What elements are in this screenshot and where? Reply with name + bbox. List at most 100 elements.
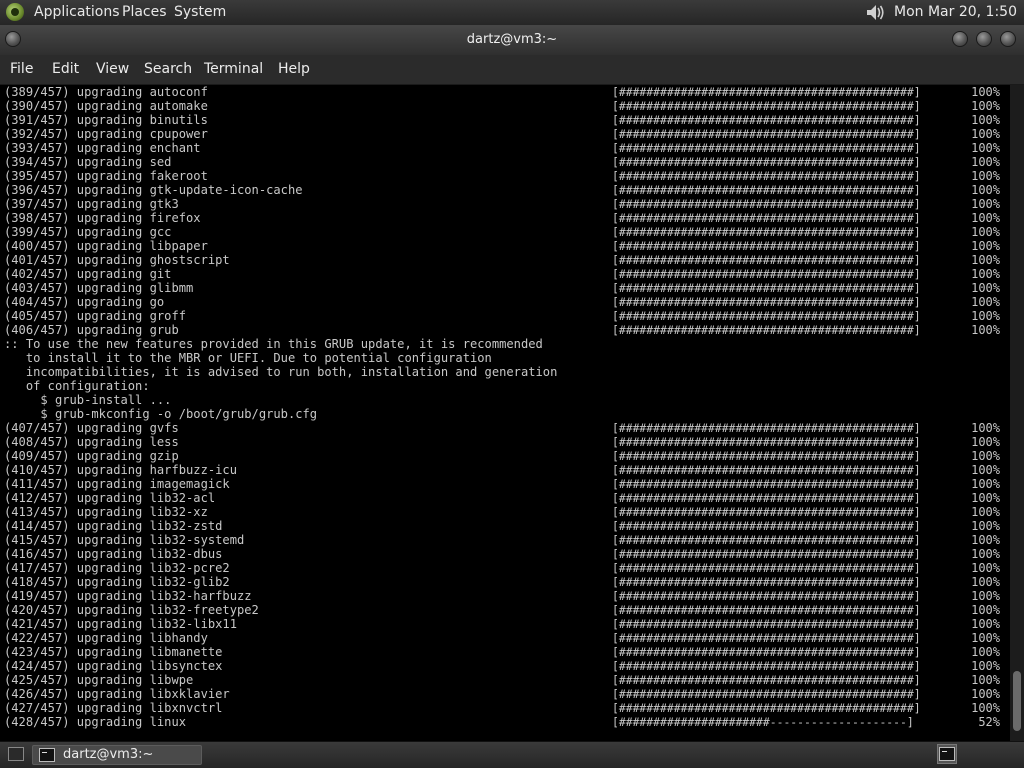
progress-percent: 100%	[971, 701, 1000, 715]
terminal-line: (416/457) upgrading lib32-dbus	[4, 547, 223, 561]
progress-percent: 100%	[971, 155, 1000, 169]
terminal-line: (394/457) upgrading sed	[4, 155, 172, 169]
menu-file[interactable]: File	[10, 55, 33, 84]
terminal-line: (417/457) upgrading lib32-pcre2	[4, 561, 230, 575]
progress-bar-text: [#######################################…	[612, 575, 921, 589]
progress-percent: 100%	[971, 547, 1000, 561]
menu-help[interactable]: Help	[278, 55, 310, 84]
taskbar-button-terminal[interactable]: dartz@vm3:~	[32, 745, 202, 765]
progress-percent: 100%	[971, 491, 1000, 505]
progress-bar-text: [#######################################…	[612, 309, 921, 323]
system-menu[interactable]: System	[174, 0, 226, 25]
progress-bar-text: [######################-----------------…	[612, 715, 914, 729]
progress-bar-text: [#######################################…	[612, 323, 921, 337]
terminal-output[interactable]: (389/457) upgrading autoconf [###########…	[0, 85, 1010, 741]
progress-percent: 100%	[971, 617, 1000, 631]
progress-percent: 100%	[971, 253, 1000, 267]
progress-percent: 100%	[971, 127, 1000, 141]
progress-percent: 100%	[971, 631, 1000, 645]
window-title: dartz@vm3:~	[466, 32, 558, 47]
progress-bar-text: [#######################################…	[612, 547, 921, 561]
distro-logo-icon[interactable]	[6, 3, 24, 21]
progress-bar-text: [#######################################…	[612, 449, 921, 463]
menu-terminal[interactable]: Terminal	[204, 55, 263, 84]
progress-percent: 100%	[971, 295, 1000, 309]
progress-bar-text: [#######################################…	[612, 701, 921, 715]
progress-bar-text: [#######################################…	[612, 127, 921, 141]
progress-bar-text: [#######################################…	[612, 659, 921, 673]
terminal-line: (406/457) upgrading grub	[4, 323, 179, 337]
menu-view[interactable]: View	[96, 55, 129, 84]
progress-percent: 100%	[971, 659, 1000, 673]
terminal-line: (409/457) upgrading gzip	[4, 449, 179, 463]
terminal-line: (400/457) upgrading libpaper	[4, 239, 208, 253]
progress-bar-text: [#######################################…	[612, 183, 921, 197]
progress-bar-text: [#######################################…	[612, 687, 921, 701]
terminal-scrollbar[interactable]	[1010, 85, 1024, 741]
maximize-button[interactable]	[976, 31, 992, 47]
minimize-button[interactable]	[952, 31, 968, 47]
progress-bar-text: [#######################################…	[612, 491, 921, 505]
progress-bar-text: [#######################################…	[612, 421, 921, 435]
terminal-notice-line: $ grub-mkconfig -o /boot/grub/grub.cfg	[4, 407, 318, 421]
terminal-line: (411/457) upgrading imagemagick	[4, 477, 230, 491]
clock[interactable]: Mon Mar 20, 1:50 PM	[894, 0, 1024, 45]
workspace-switcher[interactable]	[937, 744, 957, 764]
terminal-line: (425/457) upgrading libwpe	[4, 673, 194, 687]
terminal-line: (393/457) upgrading enchant	[4, 141, 201, 155]
terminal-line: (391/457) upgrading binutils	[4, 113, 208, 127]
terminal-line: (412/457) upgrading lib32-acl	[4, 491, 216, 505]
menu-edit[interactable]: Edit	[52, 55, 79, 84]
terminal-line: (402/457) upgrading git	[4, 267, 172, 281]
progress-percent: 100%	[971, 533, 1000, 547]
progress-bar-text: [#######################################…	[612, 169, 921, 183]
progress-percent: 100%	[971, 169, 1000, 183]
progress-percent: 100%	[971, 589, 1000, 603]
progress-bar-text: [#######################################…	[612, 253, 921, 267]
terminal-notice-line: incompatibilities, it is advised to run …	[4, 365, 558, 379]
progress-percent: 100%	[971, 603, 1000, 617]
progress-bar-text: [#######################################…	[612, 477, 921, 491]
progress-percent: 100%	[971, 645, 1000, 659]
terminal-line: (415/457) upgrading lib32-systemd	[4, 533, 245, 547]
progress-percent: 100%	[971, 323, 1000, 337]
progress-percent: 100%	[971, 463, 1000, 477]
menu-search[interactable]: Search	[144, 55, 192, 84]
top-panel: Applications Places System Mon Mar 20, 1…	[0, 0, 1024, 45]
progress-bar-text: [#######################################…	[612, 463, 921, 477]
close-button[interactable]	[1000, 31, 1016, 47]
terminal-line: (421/457) upgrading lib32-libx11	[4, 617, 237, 631]
progress-percent: 100%	[971, 211, 1000, 225]
progress-percent: 100%	[971, 687, 1000, 701]
progress-bar-text: [#######################################…	[612, 281, 921, 295]
terminal-line: (413/457) upgrading lib32-xz	[4, 505, 208, 519]
scrollbar-thumb[interactable]	[1013, 671, 1021, 731]
terminal-notice-line: to install it to the MBR or UEFI. Due to…	[4, 351, 492, 365]
progress-percent: 100%	[971, 267, 1000, 281]
terminal-line: (423/457) upgrading libmanette	[4, 645, 223, 659]
progress-bar-text: [#######################################…	[612, 435, 921, 449]
volume-icon[interactable]	[864, 2, 886, 23]
progress-percent: 100%	[971, 197, 1000, 211]
progress-percent: 100%	[971, 575, 1000, 589]
progress-bar-text: [#######################################…	[612, 239, 921, 253]
progress-bar-text: [#######################################…	[612, 225, 921, 239]
terminal-line: (398/457) upgrading firefox	[4, 211, 201, 225]
places-menu[interactable]: Places	[122, 0, 167, 25]
applications-menu[interactable]: Applications	[34, 0, 120, 25]
progress-percent: 100%	[971, 449, 1000, 463]
window-titlebar[interactable]: dartz@vm3:~	[0, 25, 1024, 55]
progress-bar-text: [#######################################…	[612, 211, 921, 225]
progress-percent: 100%	[971, 141, 1000, 155]
progress-bar-text: [#######################################…	[612, 561, 921, 575]
terminal-line: (399/457) upgrading gcc	[4, 225, 172, 239]
terminal-line: (405/457) upgrading groff	[4, 309, 187, 323]
progress-bar-text: [#######################################…	[612, 85, 921, 99]
terminal-line: (395/457) upgrading fakeroot	[4, 169, 208, 183]
progress-bar-text: [#######################################…	[612, 645, 921, 659]
progress-bar-text: [#######################################…	[612, 519, 921, 533]
progress-percent: 100%	[971, 281, 1000, 295]
show-desktop-icon[interactable]	[8, 747, 24, 761]
bottom-panel: dartz@vm3:~	[0, 741, 1024, 768]
terminal-line: (414/457) upgrading lib32-zstd	[4, 519, 223, 533]
